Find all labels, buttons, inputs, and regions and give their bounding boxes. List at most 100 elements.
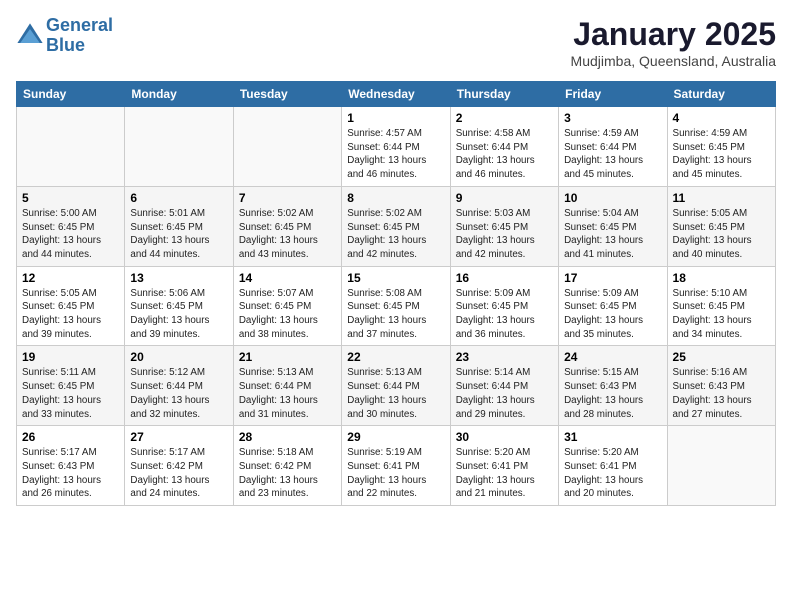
calendar-cell: 1 Sunrise: 4:57 AM Sunset: 6:44 PM Daylig… [342,107,450,187]
calendar-week-1: 1 Sunrise: 4:57 AM Sunset: 6:44 PM Daylig… [17,107,776,187]
calendar-cell: 11Sunrise: 5:05 AM Sunset: 6:45 PM Dayli… [667,186,775,266]
day-number: 17 [564,271,661,285]
calendar-cell: 28 Sunrise: 5:18 AM Sunset: 6:42 PM Dayli… [233,426,341,506]
day-info: Sunrise: 5:05 AM Sunset: 6:45 PM Dayligh… [22,287,119,342]
day-number: 26 [22,430,119,444]
calendar-cell: 31 Sunrise: 5:20 AM Sunset: 6:41 PM Dayli… [559,426,667,506]
day-info: Sunrise: 5:00 AM Sunset: 6:45 PM Dayligh… [22,207,119,262]
day-number: 9 [456,191,553,205]
day-number: 20 [130,350,227,364]
logo: General Blue [16,16,113,56]
location-subtitle: Mudjimba, Queensland, Australia [571,53,776,69]
day-info: Sunrise: 4:58 AM Sunset: 6:44 PM Dayligh… [456,127,553,182]
calendar-cell [17,107,125,187]
logo-icon [16,22,44,50]
day-info: Sunrise: 5:05 AM Sunset: 6:45 PM Dayligh… [673,207,770,262]
day-info: Sunrise: 5:09 AM Sunset: 6:45 PM Dayligh… [564,287,661,342]
calendar-cell: 21Sunrise: 5:13 AM Sunset: 6:44 PM Dayli… [233,346,341,426]
day-number: 14 [239,271,336,285]
calendar-week-3: 12 Sunrise: 5:05 AM Sunset: 6:45 PM Dayli… [17,266,776,346]
calendar-cell: 19 Sunrise: 5:11 AM Sunset: 6:45 PM Dayli… [17,346,125,426]
title-block: January 2025 Mudjimba, Queensland, Austr… [571,16,776,69]
day-number: 1 [347,111,444,125]
calendar-cell: 4 Sunrise: 4:59 AM Sunset: 6:45 PM Daylig… [667,107,775,187]
day-number: 21 [239,350,336,364]
calendar-week-2: 5 Sunrise: 5:00 AM Sunset: 6:45 PM Daylig… [17,186,776,266]
calendar-cell: 14 Sunrise: 5:07 AM Sunset: 6:45 PM Dayli… [233,266,341,346]
calendar-cell: 16Sunrise: 5:09 AM Sunset: 6:45 PM Dayli… [450,266,558,346]
calendar-cell: 30 Sunrise: 5:20 AM Sunset: 6:41 PM Dayli… [450,426,558,506]
weekday-header-wednesday: Wednesday [342,82,450,107]
day-number: 10 [564,191,661,205]
calendar-cell: 22 Sunrise: 5:13 AM Sunset: 6:44 PM Dayli… [342,346,450,426]
day-number: 5 [22,191,119,205]
calendar-cell: 9 Sunrise: 5:03 AM Sunset: 6:45 PM Daylig… [450,186,558,266]
day-info: Sunrise: 5:20 AM Sunset: 6:41 PM Dayligh… [456,446,553,501]
calendar-cell: 3 Sunrise: 4:59 AM Sunset: 6:44 PM Daylig… [559,107,667,187]
calendar-cell [233,107,341,187]
day-number: 2 [456,111,553,125]
day-info: Sunrise: 4:57 AM Sunset: 6:44 PM Dayligh… [347,127,444,182]
day-info: Sunrise: 4:59 AM Sunset: 6:45 PM Dayligh… [673,127,770,182]
day-info: Sunrise: 5:17 AM Sunset: 6:43 PM Dayligh… [22,446,119,501]
day-info: Sunrise: 5:13 AM Sunset: 6:44 PM Dayligh… [347,366,444,421]
day-info: Sunrise: 5:20 AM Sunset: 6:41 PM Dayligh… [564,446,661,501]
day-number: 4 [673,111,770,125]
day-info: Sunrise: 5:09 AM Sunset: 6:45 PM Dayligh… [456,287,553,342]
calendar-cell: 20 Sunrise: 5:12 AM Sunset: 6:44 PM Dayli… [125,346,233,426]
day-info: Sunrise: 5:16 AM Sunset: 6:43 PM Dayligh… [673,366,770,421]
day-number: 28 [239,430,336,444]
day-number: 29 [347,430,444,444]
day-number: 27 [130,430,227,444]
day-info: Sunrise: 5:01 AM Sunset: 6:45 PM Dayligh… [130,207,227,262]
day-info: Sunrise: 5:04 AM Sunset: 6:45 PM Dayligh… [564,207,661,262]
day-number: 19 [22,350,119,364]
day-info: Sunrise: 5:07 AM Sunset: 6:45 PM Dayligh… [239,287,336,342]
calendar-cell [125,107,233,187]
calendar-cell: 26 Sunrise: 5:17 AM Sunset: 6:43 PM Dayli… [17,426,125,506]
day-info: Sunrise: 5:02 AM Sunset: 6:45 PM Dayligh… [347,207,444,262]
calendar-cell: 23Sunrise: 5:14 AM Sunset: 6:44 PM Dayli… [450,346,558,426]
calendar-cell: 18Sunrise: 5:10 AM Sunset: 6:45 PM Dayli… [667,266,775,346]
day-info: Sunrise: 5:12 AM Sunset: 6:44 PM Dayligh… [130,366,227,421]
day-info: Sunrise: 5:03 AM Sunset: 6:45 PM Dayligh… [456,207,553,262]
day-number: 31 [564,430,661,444]
calendar-week-5: 26 Sunrise: 5:17 AM Sunset: 6:43 PM Dayli… [17,426,776,506]
calendar-week-4: 19 Sunrise: 5:11 AM Sunset: 6:45 PM Dayli… [17,346,776,426]
day-info: Sunrise: 5:08 AM Sunset: 6:45 PM Dayligh… [347,287,444,342]
weekday-header-friday: Friday [559,82,667,107]
weekday-header-sunday: Sunday [17,82,125,107]
day-info: Sunrise: 5:11 AM Sunset: 6:45 PM Dayligh… [22,366,119,421]
weekday-header-row: SundayMondayTuesdayWednesdayThursdayFrid… [17,82,776,107]
day-number: 6 [130,191,227,205]
weekday-header-thursday: Thursday [450,82,558,107]
day-info: Sunrise: 5:18 AM Sunset: 6:42 PM Dayligh… [239,446,336,501]
day-info: Sunrise: 5:19 AM Sunset: 6:41 PM Dayligh… [347,446,444,501]
calendar-cell: 2 Sunrise: 4:58 AM Sunset: 6:44 PM Daylig… [450,107,558,187]
day-number: 8 [347,191,444,205]
calendar-cell [667,426,775,506]
calendar-cell: 13 Sunrise: 5:06 AM Sunset: 6:45 PM Dayli… [125,266,233,346]
calendar-cell: 27Sunrise: 5:17 AM Sunset: 6:42 PM Dayli… [125,426,233,506]
calendar-cell: 5 Sunrise: 5:00 AM Sunset: 6:45 PM Daylig… [17,186,125,266]
day-number: 30 [456,430,553,444]
calendar-cell: 10 Sunrise: 5:04 AM Sunset: 6:45 PM Dayli… [559,186,667,266]
day-info: Sunrise: 5:15 AM Sunset: 6:43 PM Dayligh… [564,366,661,421]
calendar-cell: 15Sunrise: 5:08 AM Sunset: 6:45 PM Dayli… [342,266,450,346]
calendar-cell: 8 Sunrise: 5:02 AM Sunset: 6:45 PM Daylig… [342,186,450,266]
calendar-cell: 12 Sunrise: 5:05 AM Sunset: 6:45 PM Dayli… [17,266,125,346]
day-number: 22 [347,350,444,364]
day-number: 13 [130,271,227,285]
day-number: 18 [673,271,770,285]
day-info: Sunrise: 5:14 AM Sunset: 6:44 PM Dayligh… [456,366,553,421]
day-info: Sunrise: 5:02 AM Sunset: 6:45 PM Dayligh… [239,207,336,262]
weekday-header-tuesday: Tuesday [233,82,341,107]
day-number: 12 [22,271,119,285]
month-title: January 2025 [571,16,776,53]
day-info: Sunrise: 5:06 AM Sunset: 6:45 PM Dayligh… [130,287,227,342]
day-number: 3 [564,111,661,125]
calendar-cell: 24 Sunrise: 5:15 AM Sunset: 6:43 PM Dayli… [559,346,667,426]
calendar-cell: 17 Sunrise: 5:09 AM Sunset: 6:45 PM Dayli… [559,266,667,346]
day-info: Sunrise: 4:59 AM Sunset: 6:44 PM Dayligh… [564,127,661,182]
day-number: 24 [564,350,661,364]
